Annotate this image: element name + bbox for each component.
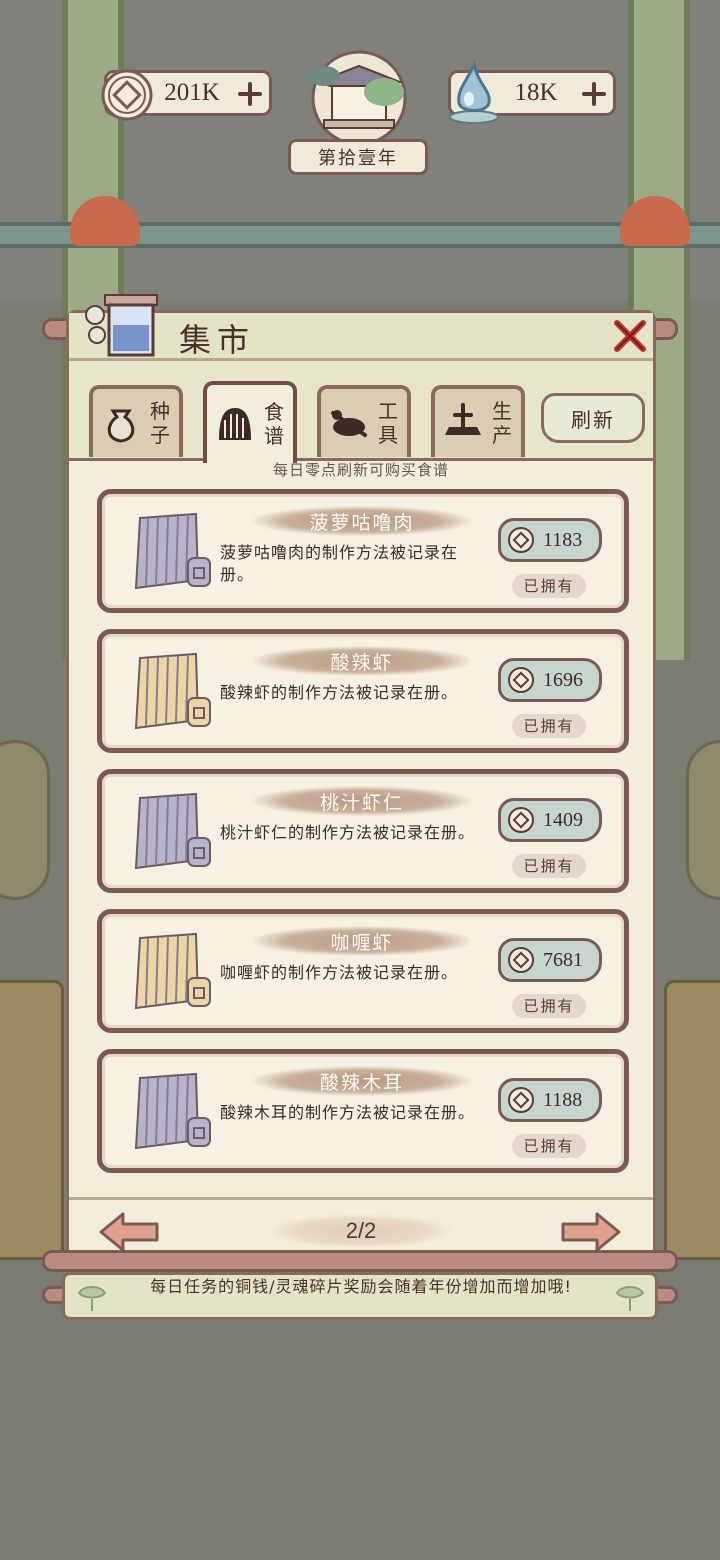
stool-left <box>0 740 50 900</box>
refresh-button[interactable]: 刷新 <box>541 393 645 443</box>
tab-production[interactable]: 生产 <box>431 385 525 457</box>
next-page-arrow-icon[interactable] <box>559 1210 623 1254</box>
recipe-scroll-icon <box>219 408 251 440</box>
tip-banner: 每日任务的铜钱/灵魂碎片奖励会随着年份增加而增加哦! <box>62 1272 658 1320</box>
scroll-rod-bottom <box>42 1250 678 1272</box>
owned-badge: 已拥有 <box>512 1134 586 1158</box>
recipe-card[interactable]: 酸辣木耳酸辣木耳的制作方法被记录在册。 1188 已拥有 <box>97 1049 629 1173</box>
production-icon <box>445 403 481 435</box>
copper-coin-icon <box>508 807 534 833</box>
copper-coin-icon <box>101 69 153 121</box>
recipe-price: 1183 <box>543 528 583 551</box>
close-icon[interactable] <box>609 315 651 357</box>
price-button[interactable]: 1183 <box>498 518 602 562</box>
ginkgo-leaf-icon <box>615 1286 645 1311</box>
soul-value: 18K <box>514 79 558 106</box>
pavilion-emblem-icon <box>308 50 407 146</box>
soul-flame-icon <box>449 60 499 124</box>
recipe-card[interactable]: 菠萝咕噜肉菠萝咕噜肉的制作方法被记录在册。 1183 已拥有 <box>97 489 629 613</box>
price-button[interactable]: 1409 <box>498 798 602 842</box>
tab-tools[interactable]: 工具 <box>317 385 411 457</box>
recipe-scroll-icon <box>134 512 211 590</box>
price-button[interactable]: 1696 <box>498 658 602 702</box>
recipe-list: 菠萝咕噜肉 菠萝咕噜肉的制作方法被记录在册。 1183 已拥有 酸辣虾 酸辣虾的制作方法被… <box>97 489 629 1189</box>
recipe-scroll-icon <box>134 792 211 870</box>
coin-counter[interactable]: 201K <box>101 69 272 121</box>
recipe-scroll-icon <box>134 932 211 1010</box>
prev-page-arrow-icon[interactable] <box>97 1210 161 1254</box>
tab-tools-label: 工具 <box>378 399 398 447</box>
recipe-description: 酸辣木耳的制作方法被记录在册。 <box>220 1103 476 1122</box>
recipe-description: 桃汁虾仁的制作方法被记录在册。 <box>220 823 476 842</box>
owned-badge: 已拥有 <box>512 994 586 1018</box>
recipe-name: 咖喱虾 <box>330 932 394 954</box>
ginkgo-leaf-icon <box>77 1286 107 1311</box>
seed-bag-icon <box>107 409 135 443</box>
stool-right <box>686 740 720 900</box>
page-indicator: 2/2 <box>345 1218 377 1243</box>
recipe-card[interactable]: 咖喱虾咖喱虾的制作方法被记录在册。 7681 已拥有 <box>97 909 629 1033</box>
tab-recipes[interactable]: 食谱 <box>203 381 297 463</box>
recipe-name: 酸辣虾 <box>330 652 394 674</box>
soul-counter[interactable]: 18K <box>448 60 616 124</box>
cabinet-right <box>664 980 720 1260</box>
price-button[interactable]: 7681 <box>498 938 602 982</box>
market-title: 集市 <box>179 321 256 359</box>
tab-bar: 种子 食谱 工具 生产 刷新 <box>69 361 653 463</box>
recipe-card[interactable]: 酸辣虾酸辣虾的制作方法被记录在册。 1696 已拥有 <box>97 629 629 753</box>
price-button[interactable]: 1188 <box>498 1078 602 1122</box>
market-panel: 集市 种子 食谱 工具 生产 刷新 每日零点刷新可购买食谱 菠萝咕噜肉 菠萝咕噜… <box>66 294 656 1260</box>
recipe-description: 菠萝咕噜肉的制作方法被记录在册。 <box>220 543 459 584</box>
copper-coin-icon <box>508 527 534 553</box>
add-soul-icon[interactable] <box>581 81 607 107</box>
recipe-price: 1188 <box>543 1088 583 1111</box>
recipe-card[interactable]: 桃汁虾仁桃汁虾仁的制作方法被记录在册。 1409 已拥有 <box>97 769 629 893</box>
year-plate: 第拾壹年 <box>288 139 428 175</box>
recipe-scroll-icon <box>134 1072 211 1150</box>
owned-badge: 已拥有 <box>512 574 586 598</box>
tip-text: 每日任务的铜钱/灵魂碎片奖励会随着年份增加而增加哦! <box>150 1277 572 1296</box>
pager: 2/2 <box>69 1197 653 1257</box>
recipe-scroll-icon <box>134 652 211 730</box>
owned-badge: 已拥有 <box>512 854 586 878</box>
recipe-name: 酸辣木耳 <box>319 1072 404 1094</box>
copper-coin-icon <box>508 947 534 973</box>
panel-header: 集市 <box>69 294 653 361</box>
tab-production-label: 生产 <box>492 399 512 447</box>
tab-recipes-label: 食谱 <box>264 400 284 448</box>
recipe-name: 菠萝咕噜肉 <box>309 512 415 534</box>
tab-seeds[interactable]: 种子 <box>89 385 183 457</box>
recipe-price: 1409 <box>543 808 583 831</box>
recipe-description: 酸辣虾的制作方法被记录在册。 <box>220 683 459 702</box>
recipe-price: 1696 <box>543 668 583 691</box>
market-stall-icon <box>85 294 158 357</box>
copper-coin-icon <box>508 1087 534 1113</box>
tab-seeds-label: 种子 <box>150 399 170 447</box>
recipe-price: 7681 <box>543 948 583 971</box>
recipe-description: 咖喱虾的制作方法被记录在册。 <box>220 963 459 982</box>
add-coin-icon[interactable] <box>237 81 263 107</box>
refresh-notice: 每日零点刷新可购买食谱 <box>272 461 449 479</box>
recipe-name: 桃汁虾仁 <box>319 792 404 814</box>
tool-icon <box>331 410 367 437</box>
owned-badge: 已拥有 <box>512 714 586 738</box>
cabinet-left <box>0 980 64 1260</box>
copper-coin-icon <box>508 667 534 693</box>
